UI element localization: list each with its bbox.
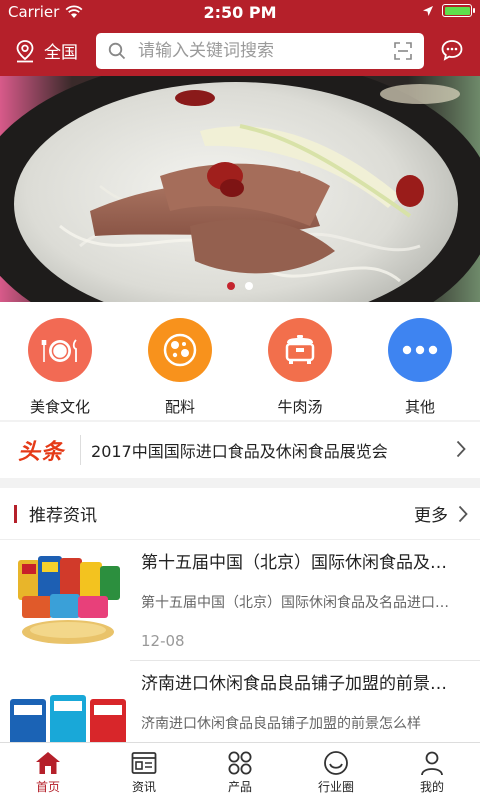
search-icon [108, 42, 126, 60]
recommend-header: 推荐资讯 更多 [0, 488, 480, 540]
header: 全国 [0, 26, 480, 76]
product-grid-icon [228, 751, 252, 775]
headline-ticker[interactable]: 头条 2017中国国际进口食品及休闲食品展览会 [0, 422, 480, 478]
category-food-culture[interactable]: 美食文化 [0, 302, 120, 420]
tab-label: 产品 [227, 780, 252, 794]
news-icon [131, 752, 157, 774]
circle-smile-icon [324, 751, 348, 775]
tab-label: 我的 [419, 780, 444, 794]
carousel-dots [0, 282, 480, 290]
chevron-right-icon[interactable] [458, 505, 468, 523]
news-desc: 济南进口休闲食品良品铺子加盟的前景怎么样 [141, 716, 421, 732]
news-desc: 第十五届中国（北京）国际休闲食品及名品进口食品博览会 [141, 595, 461, 611]
category-label: 美食文化 [29, 398, 90, 416]
location-pin-icon [16, 39, 34, 62]
category-label: 其他 [404, 398, 435, 416]
search-box[interactable] [96, 33, 424, 69]
status-time: 2:50 PM [203, 3, 277, 22]
news-item[interactable]: 第十五届中国（北京）国际休闲食品及名品进口食品博览会 第十五届中国（北京）国际休… [0, 540, 480, 661]
category-seasoning[interactable]: 配料 [120, 302, 240, 420]
plate-icon [28, 318, 92, 382]
scan-icon[interactable] [394, 42, 412, 60]
spice-plate-icon [148, 318, 212, 382]
tab-label: 行业圈 [317, 780, 354, 794]
category-grid: 美食文化 配料 牛肉汤 其他 [0, 302, 480, 420]
news-title: 第十五届中国（北京）国际休闲食品及名品进口食品博览会 [141, 553, 461, 573]
tab-news[interactable]: 资讯 [96, 743, 192, 800]
tab-label: 资讯 [131, 780, 156, 794]
battery-icon [442, 4, 475, 17]
category-beef-soup[interactable]: 牛肉汤 [240, 302, 360, 420]
tab-mine[interactable]: 我的 [384, 743, 480, 800]
news-date: 12-08 [141, 632, 185, 650]
bottom-tab-bar: 首页 资讯 产品 行业圈 我的 [0, 742, 480, 800]
location-label: 全国 [44, 43, 78, 63]
rice-cooker-icon [268, 318, 332, 382]
category-label: 配料 [164, 398, 195, 416]
tab-industry-circle[interactable]: 行业圈 [288, 743, 384, 800]
headline-text: 2017中国国际进口食品及休闲食品展览会 [91, 442, 388, 461]
snack-products-image [8, 548, 130, 652]
category-label: 牛肉汤 [277, 398, 323, 416]
beef-soup-banner-image [0, 76, 480, 302]
status-bar: Carrier 2:50 PM [0, 0, 480, 26]
tab-label: 首页 [35, 780, 60, 794]
krecko-snacks-image [8, 671, 130, 742]
more-dots-icon [388, 318, 452, 382]
headline-tag: 头条 [18, 440, 65, 465]
tab-products[interactable]: 产品 [192, 743, 288, 800]
news-item[interactable]: 济南进口休闲食品良品铺子加盟的前景怎么样 济南进口休闲食品良品铺子加盟的前景怎么… [0, 661, 480, 742]
recommend-title: 推荐资讯 [29, 506, 97, 526]
user-icon [421, 751, 443, 776]
more-link[interactable]: 更多 [414, 501, 448, 526]
location-selector[interactable]: 全国 [14, 38, 78, 63]
news-title: 济南进口休闲食品良品铺子加盟的前景怎么样 [141, 674, 461, 694]
carousel-dot[interactable] [245, 282, 253, 290]
chevron-right-icon [456, 440, 466, 458]
message-icon[interactable] [440, 38, 464, 62]
status-right [422, 4, 475, 17]
tab-home[interactable]: 首页 [0, 743, 96, 800]
category-others[interactable]: 其他 [360, 302, 480, 420]
section-accent-bar [14, 504, 17, 523]
location-arrow-icon [423, 5, 433, 16]
divider [80, 435, 82, 465]
search-input[interactable] [138, 41, 373, 61]
carousel-dot[interactable] [227, 282, 235, 290]
home-icon [36, 752, 60, 774]
banner-carousel[interactable] [0, 76, 480, 302]
